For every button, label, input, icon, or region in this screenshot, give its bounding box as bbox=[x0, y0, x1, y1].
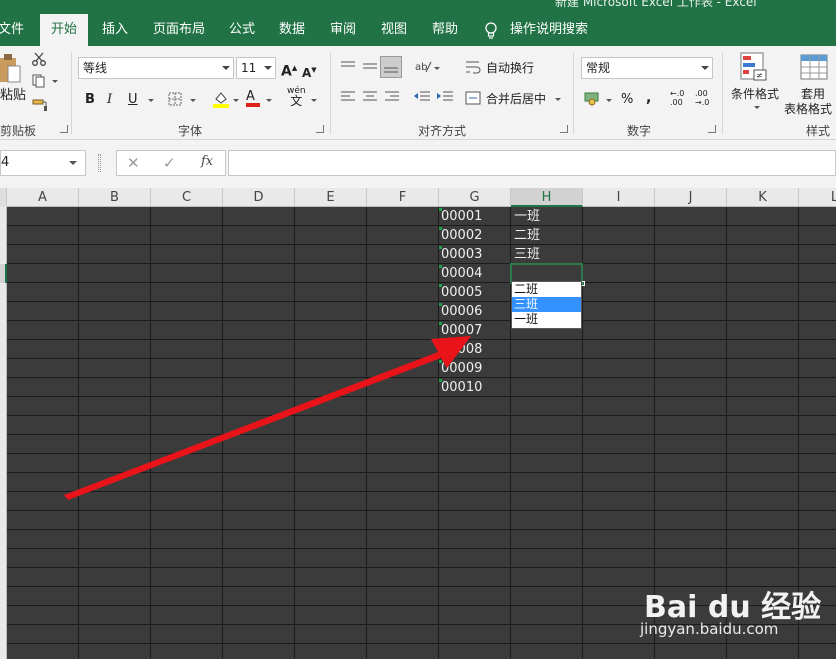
baidu-watermark: Bai du 经验 jingyan.baidu.com bbox=[640, 570, 836, 659]
annotation-arrow bbox=[64, 336, 471, 500]
watermark-url: jingyan.baidu.com bbox=[640, 620, 779, 638]
arrow-shape bbox=[64, 336, 471, 500]
